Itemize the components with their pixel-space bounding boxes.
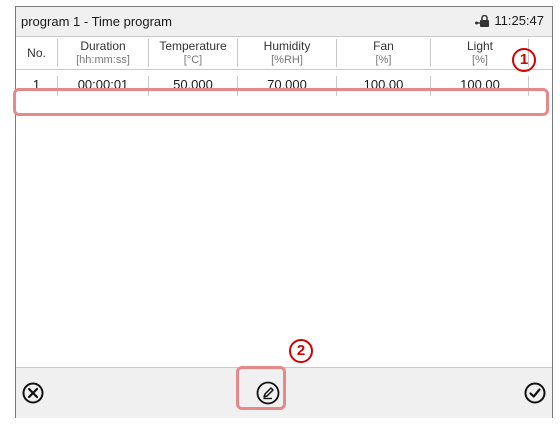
window-title: program 1 - Time program	[21, 14, 172, 29]
header-duration: Duration [hh:mm:ss]	[76, 39, 130, 66]
checkmark-circle-icon	[524, 382, 546, 404]
time-program-window: program 1 - Time program 11:25:47 No. Du…	[15, 6, 553, 418]
title-bar: program 1 - Time program 11:25:47	[16, 7, 552, 37]
header-humidity: Humidity [%RH]	[263, 39, 311, 66]
cancel-button[interactable]	[22, 382, 44, 404]
lock-icon	[475, 14, 490, 27]
callout-marker-2: 2	[289, 339, 313, 363]
header-temperature: Temperature [°C]	[159, 39, 227, 66]
time-display: 11:25:47	[494, 13, 544, 28]
header-no: No.	[27, 46, 46, 60]
header-fan: Fan [%]	[373, 39, 394, 66]
table-header: No. Duration [hh:mm:ss] Temperature [°C]…	[16, 37, 552, 70]
edit-highlight	[236, 366, 286, 410]
clock: 11:25:47	[474, 13, 544, 28]
close-circle-icon	[22, 382, 44, 404]
row-highlight	[13, 88, 549, 116]
callout-marker-1: 1	[512, 48, 536, 72]
confirm-button[interactable]	[524, 382, 546, 404]
